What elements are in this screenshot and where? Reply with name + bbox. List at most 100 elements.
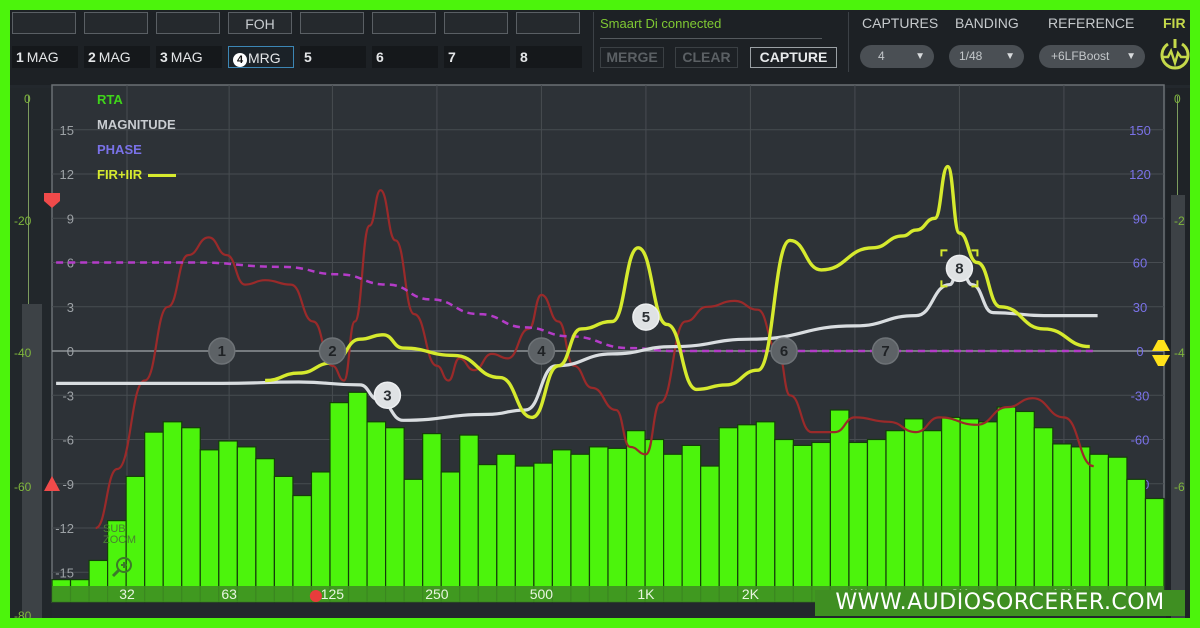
rta-bar [588,446,609,603]
filter-node-label: 4 [537,343,546,360]
y-tick-label-right: 150 [1129,123,1151,138]
rta-bar [570,453,591,603]
y-tick-label-right: 30 [1133,300,1147,315]
rta-bar [347,391,368,603]
rta-bar [885,430,906,603]
y-tick-label-left: 12 [60,167,74,182]
y-tick-label-right: -30 [1131,388,1150,403]
filter-node-label: 6 [780,343,788,360]
x-tick-label: 32 [119,586,135,602]
legend-item-magnitude[interactable]: MAGNITUDE [97,117,176,132]
rta-bar [903,418,924,603]
x-tick-label: 2K [742,586,760,602]
rta-bar [218,440,238,603]
rta-bar [144,431,164,603]
rta-bar [1070,446,1091,603]
rta-bar [922,430,943,603]
rta-bar [792,444,813,603]
watermark-text: WWW.AUDIOSORCERER.COM [815,590,1185,616]
rta-bar [236,446,257,603]
legend-label: PHASE [97,142,142,157]
rta-bar [1089,453,1110,603]
rta-bar [681,444,702,603]
legend-label: MAGNITUDE [97,117,176,132]
rta-bar [385,427,405,603]
y-tick-label-left: -12 [55,521,74,536]
y-tick-label-left: 0 [67,344,74,359]
rta-bar [755,421,776,603]
y-tick-label-right: 90 [1133,211,1147,226]
filter-node-label: 8 [955,260,963,277]
filter-node-label: 2 [328,343,336,360]
filter-node-label: 1 [218,343,226,360]
rta-bar [459,434,479,603]
y-tick-label-left: -6 [62,433,74,448]
rta-bar [329,402,350,603]
rta-bar [718,427,739,603]
y-tick-label-left: -9 [62,477,74,492]
y-tick-label-left: -3 [62,388,74,403]
rta-bar [700,465,720,603]
rta-bar [625,430,646,603]
rta-bar [199,449,220,603]
legend-label: FIR+IIR [97,167,143,182]
x-tick-label: 1K [637,586,655,602]
legend-swatch [148,174,177,178]
rta-bar [829,409,850,603]
y-tick-label-left: -15 [55,565,74,580]
rta-bar [959,418,980,603]
rta-bar [310,471,331,603]
rta-bar [366,421,387,603]
x-tick-label: 250 [425,586,449,602]
rta-bar [1052,443,1072,603]
zoom-magnifier-icon[interactable] [110,555,134,579]
y-tick-label-right: 60 [1133,256,1147,271]
filter-node-label: 5 [642,309,650,326]
rta-bar [737,424,757,603]
frequency-response-graph[interactable]: 151501212099066033000-3-30-6-60-9-90-12-… [10,10,1190,618]
y-tick-label-right: 0 [1136,344,1143,359]
rta-bar [774,438,794,603]
rta-bar [866,438,887,603]
rta-bar [1033,427,1054,603]
rta-bar [255,458,276,603]
rta-bar [514,465,535,603]
x-tick-label: 125 [321,586,345,602]
y-tick-label-left: 9 [67,211,74,226]
legend-item-fir-iir[interactable]: FIR+IIR [97,167,177,182]
rta-bar [978,421,998,603]
crossover-marker[interactable] [309,590,322,602]
sub-zoom-line2: ZOOM [103,534,136,546]
rta-bar [811,441,831,603]
y-tick-label-right: -60 [1131,433,1150,448]
rta-bar [848,441,869,603]
legend-item-rta[interactable]: RTA [97,92,123,107]
legend-item-phase[interactable]: PHASE [97,142,142,157]
rta-bar [162,421,183,603]
y-tick-label-left: 15 [60,123,74,138]
legend-label: RTA [97,92,123,107]
rta-bar [1107,456,1128,603]
rta-bar [1015,410,1035,603]
rta-bar [996,406,1017,603]
rta-bar [607,447,628,603]
x-tick-label: 63 [221,586,237,602]
filter-node-label: 3 [383,387,391,404]
rta-bar [477,463,498,603]
rta-bar [403,478,424,603]
rta-bar [273,475,294,603]
y-tick-label-left: 3 [67,300,74,315]
filter-node-label: 7 [881,343,889,360]
rta-bar [662,453,683,603]
rta-bar [496,453,516,603]
rta-bar [940,416,961,603]
rta-bar [422,433,442,603]
rta-bar [533,462,553,603]
y-tick-label-right: 120 [1129,167,1151,182]
rta-bar [181,427,201,603]
sub-zoom-label[interactable]: SUB ZOOM [103,524,136,546]
rta-bar [551,449,572,603]
x-tick-label: 500 [530,586,554,602]
rta-bar [644,438,665,603]
app-window: FOH 1 MAG 2 MAG 3 MAG 4 MRG 5 6 7 8 Smaart Di conne… [10,10,1190,618]
